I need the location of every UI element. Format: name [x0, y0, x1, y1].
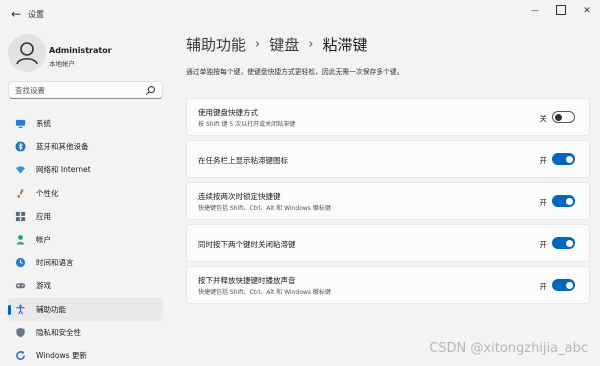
maximize-button[interactable]	[548, 0, 574, 22]
wifi-icon	[14, 164, 26, 176]
sidebar-item-accounts[interactable]: 帐户	[8, 228, 163, 251]
update-icon	[14, 349, 26, 361]
toggle-switch[interactable]	[552, 195, 575, 207]
sidebar-item-label: 辅助功能	[36, 304, 66, 314]
page-description: 通过单独按每个键，使键盘快捷方式更轻松，因此无需一次保存多个键。	[186, 68, 404, 76]
sidebar-item-label: 应用	[36, 211, 51, 221]
toggle-state-label: 开	[539, 282, 548, 291]
sidebar-item-label: 时间和语言	[36, 258, 74, 268]
setting-two-keys-off[interactable]: 同时按下两个键时关闭粘滞键 开	[186, 224, 590, 262]
globe-clock-icon	[14, 257, 26, 269]
search-box[interactable]	[8, 81, 163, 99]
toggle-switch[interactable]	[552, 237, 575, 249]
avatar	[8, 34, 46, 72]
toggle-knob	[565, 239, 573, 247]
setting-title: 在任务栏上显示粘滞键图标	[198, 156, 288, 165]
setting-play-sound[interactable]: 按下并释放快捷键时播放声音 快捷键包括 Shift、Ctrl、Alt 和 Win…	[186, 266, 590, 304]
sidebar: Administrator 本地帐户 系统 蓝牙和其他设备 网络和 Intern…	[0, 28, 172, 366]
sidebar-item-label: 游戏	[36, 281, 51, 291]
back-arrow-icon[interactable]: ←	[8, 6, 24, 22]
sidebar-item-label: 网络和 Internet	[36, 165, 91, 175]
setting-lock-shortcut[interactable]: 连续按两次时锁定快捷键 快捷键包括 Shift、Ctrl、Alt 和 Windo…	[186, 182, 590, 220]
setting-title: 按下并释放快捷键时播放声音	[198, 276, 296, 285]
toggle-state-label: 开	[539, 198, 548, 207]
setting-title: 使用键盘快捷方式	[198, 108, 258, 117]
setting-description: 按 Shift 键 5 次以打开或关闭粘滞键	[198, 121, 296, 128]
profile-name: Administrator	[49, 46, 112, 55]
toggle-state-label: 开	[539, 156, 548, 165]
title-bar: ← 设置	[0, 0, 600, 28]
sidebar-item-accessibility[interactable]: 辅助功能	[8, 297, 163, 321]
toggle-switch[interactable]	[552, 153, 575, 165]
sidebar-item-network[interactable]: 网络和 Internet	[8, 158, 163, 181]
main-content: 辅助功能 › 键盘 › 粘滞键 通过单独按每个键，使键盘快捷方式更轻松，因此无需…	[172, 28, 600, 366]
toggle-state-label: 关	[539, 114, 548, 123]
breadcrumb-keyboard[interactable]: 键盘	[269, 34, 299, 55]
gamepad-icon	[14, 280, 26, 292]
accessibility-icon	[14, 303, 26, 315]
setting-description: 快捷键包括 Shift、Ctrl、Alt 和 Windows 徽标键	[198, 205, 331, 212]
sidebar-item-bluetooth[interactable]: 蓝牙和其他设备	[8, 135, 163, 158]
sidebar-item-system[interactable]: 系统	[8, 112, 163, 135]
sidebar-item-label: 个性化	[36, 188, 59, 198]
user-avatar-icon	[8, 34, 46, 72]
search-icon[interactable]	[145, 85, 156, 96]
toggle-switch[interactable]	[552, 111, 575, 123]
close-button[interactable]	[574, 0, 600, 22]
bluetooth-icon	[14, 141, 26, 153]
shield-icon	[14, 326, 26, 338]
sidebar-item-label: 帐户	[36, 235, 51, 245]
sidebar-nav: 系统 蓝牙和其他设备 网络和 Internet 个性化 应用 帐户 时间和语言 …	[8, 112, 163, 366]
sidebar-item-label: 系统	[36, 119, 51, 129]
setting-keyboard-shortcut[interactable]: 使用键盘快捷方式 按 Shift 键 5 次以打开或关闭粘滞键 关	[186, 98, 590, 136]
setting-description: 快捷键包括 Shift、Ctrl、Alt 和 Windows 徽标键	[198, 289, 331, 296]
window-title: 设置	[28, 10, 44, 19]
sidebar-item-gaming[interactable]: 游戏	[8, 274, 163, 297]
sidebar-item-time-language[interactable]: 时间和语言	[8, 251, 163, 274]
user-profile[interactable]: Administrator 本地帐户	[8, 34, 168, 74]
apps-icon	[14, 210, 26, 222]
settings-list: 使用键盘快捷方式 按 Shift 键 5 次以打开或关闭粘滞键 关 在任务栏上显…	[186, 98, 590, 308]
setting-taskbar-icon[interactable]: 在任务栏上显示粘滞键图标 开	[186, 140, 590, 178]
search-input[interactable]	[15, 85, 145, 96]
sidebar-item-privacy-security[interactable]: 隐私和安全性	[8, 321, 163, 344]
toggle-knob	[565, 155, 573, 163]
sidebar-item-personalization[interactable]: 个性化	[8, 182, 163, 205]
sidebar-item-label: 隐私和安全性	[36, 327, 81, 337]
toggle-state-label: 开	[539, 240, 548, 249]
sidebar-item-label: Windows 更新	[36, 350, 87, 360]
toggle-knob	[565, 281, 573, 289]
page-title: 粘滞键	[322, 36, 368, 54]
person-icon	[14, 234, 26, 246]
monitor-icon	[14, 118, 26, 130]
breadcrumb-accessibility[interactable]: 辅助功能	[186, 34, 246, 55]
breadcrumb-separator-icon: ›	[255, 37, 261, 52]
toggle-switch[interactable]	[552, 279, 575, 291]
setting-title: 同时按下两个键时关闭粘滞键	[198, 240, 296, 249]
breadcrumb-separator-icon: ›	[308, 37, 314, 52]
brush-icon	[14, 187, 26, 199]
window-controls	[522, 0, 600, 28]
minimize-button[interactable]	[522, 0, 548, 22]
sidebar-item-apps[interactable]: 应用	[8, 205, 163, 228]
setting-title: 连续按两次时锁定快捷键	[198, 192, 281, 201]
toggle-knob	[555, 113, 562, 121]
profile-account-type: 本地帐户	[49, 60, 75, 68]
breadcrumb: 辅助功能 › 键盘 › 粘滞键	[186, 34, 367, 55]
sidebar-item-label: 蓝牙和其他设备	[36, 142, 89, 152]
toggle-knob	[565, 197, 573, 205]
watermark: CSDN @xitongzhijia_abc	[429, 341, 588, 356]
sidebar-item-windows-update[interactable]: Windows 更新	[8, 344, 163, 366]
